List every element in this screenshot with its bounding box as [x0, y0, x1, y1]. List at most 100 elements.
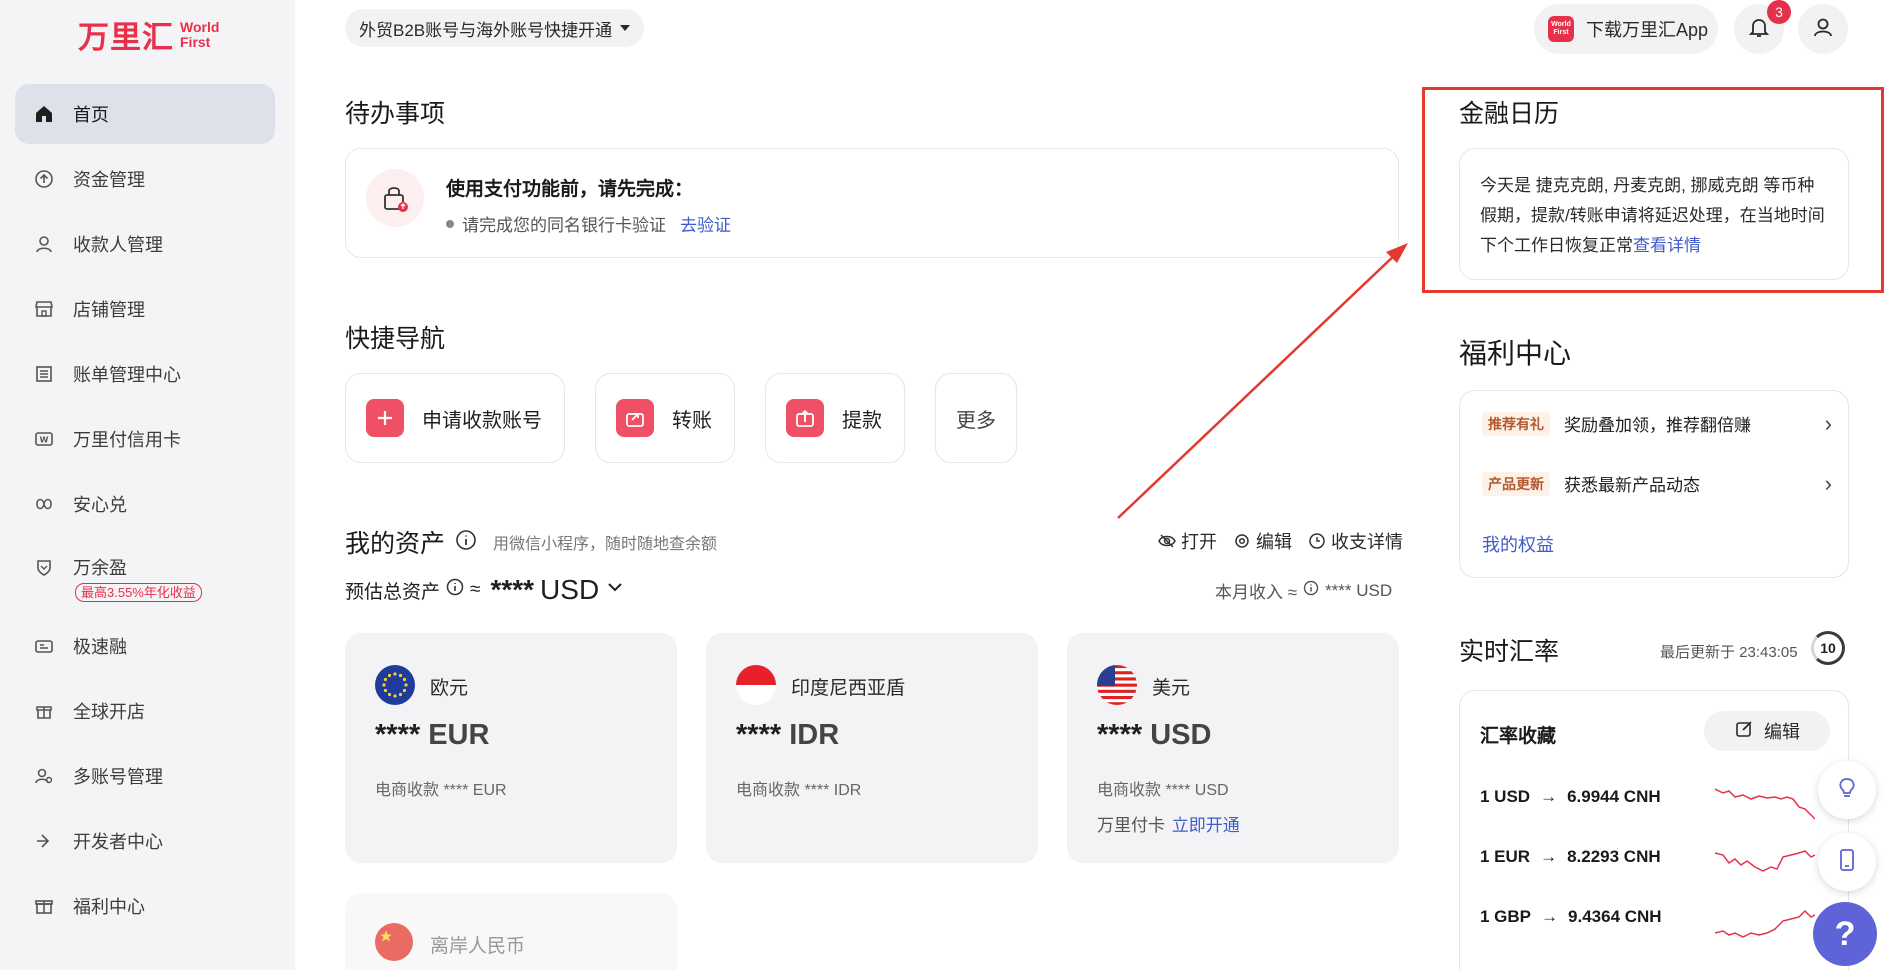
fx-from: 1 USD	[1480, 787, 1531, 806]
card-label: 万里付卡	[1097, 816, 1165, 835]
sidebar-item-bill[interactable]: 账单管理中心	[15, 344, 275, 404]
sidebar-item-payee[interactable]: 收款人管理	[15, 214, 275, 274]
withdraw-label: 提款	[842, 409, 882, 432]
currency-card-usd[interactable]: 美元 **** USD 电商收款 **** USD 万里付卡 立即开通	[1067, 633, 1399, 863]
currency-code: USD	[1150, 719, 1212, 751]
refresh-countdown[interactable]: 10	[1811, 631, 1845, 665]
welfare-tag: 推荐有礼	[1482, 411, 1550, 436]
apply-account-button[interactable]: 申请收款账号	[345, 373, 565, 463]
withdraw-button[interactable]: 提款	[765, 373, 905, 463]
currency-select-chevron-icon[interactable]	[605, 577, 625, 603]
app-logo-icon: World First	[1548, 16, 1574, 42]
sidebar-item-label: 开发者中心	[73, 832, 163, 852]
sidebar-item-gift[interactable]: 福利中心	[15, 876, 275, 936]
sidebar-item-store[interactable]: 店铺管理	[15, 279, 275, 339]
info-icon[interactable]	[1303, 580, 1319, 601]
sidebar-item-wealth[interactable]: 万余盈 最高3.55%年化收益	[15, 539, 275, 611]
mobile-app-button[interactable]	[1818, 833, 1876, 891]
lightbulb-icon	[1834, 775, 1860, 806]
more-button[interactable]: 更多	[935, 373, 1017, 463]
open-card-link[interactable]: 立即开通	[1172, 816, 1240, 835]
welfare-row-updates[interactable]: 产品更新 获悉最新产品动态 ›	[1482, 471, 1832, 496]
fx-from: 1 EUR	[1480, 847, 1531, 866]
transfer-button[interactable]: 转账	[595, 373, 735, 463]
app-root: 万里汇 World First 首页 资金管理 收款人管理 店铺管理 账单管理中…	[0, 0, 1897, 970]
my-benefits-link[interactable]: 我的权益	[1482, 531, 1554, 557]
verify-link[interactable]: 去验证	[680, 211, 731, 236]
tips-button[interactable]	[1818, 761, 1876, 819]
currency-amount: **** EUR	[375, 719, 489, 752]
transactions-button[interactable]: 收支详情	[1308, 528, 1403, 554]
download-app-button[interactable]: World First 下载万里汇App	[1534, 4, 1718, 54]
china-flag-icon	[375, 923, 413, 961]
currency-code: IDR	[789, 719, 840, 751]
edit-assets-button[interactable]: 编辑	[1233, 528, 1292, 554]
home-icon	[33, 103, 55, 125]
welfare-card: 推荐有礼 奖励叠加领，推荐翻倍赚 › 产品更新 获悉最新产品动态 › 我的权益	[1459, 390, 1849, 578]
logo-en-line2: First	[180, 33, 211, 50]
user-icon	[1811, 15, 1835, 44]
currency-name: 离岸人民币	[430, 936, 526, 957]
fx-edit-label: 编辑	[1764, 722, 1800, 742]
bell-icon	[1747, 15, 1771, 44]
sidebar: 万里汇 World First 首页 资金管理 收款人管理 店铺管理 账单管理中…	[0, 0, 295, 970]
fx-sparkline-eur	[1715, 850, 1815, 872]
card-open-row: 万里付卡 立即开通	[1097, 811, 1240, 836]
month-income: 本月收入 ≈ **** USD	[1215, 578, 1392, 603]
finance-icon	[33, 635, 55, 657]
svg-text:W: W	[40, 436, 49, 445]
fx-row-gbp[interactable]: 1 GBP → 9.4364 CNH	[1480, 907, 1662, 927]
apply-account-label: 申请收款账号	[422, 409, 542, 432]
currency-card-cnh[interactable]: 离岸人民币	[345, 893, 677, 970]
sidebar-item-label: 多账号管理	[73, 767, 163, 787]
app-logo-line2: First	[1553, 29, 1569, 36]
sidebar-item-multi-account[interactable]: 多账号管理	[15, 746, 275, 806]
store-icon	[33, 298, 55, 320]
sidebar-item-global-store[interactable]: 全球开店	[15, 681, 275, 741]
sidebar-item-label: 首页	[73, 105, 109, 125]
sidebar-item-label: 店铺管理	[73, 300, 145, 320]
info-icon[interactable]	[455, 529, 477, 556]
logo-en: World First	[180, 19, 219, 50]
help-button[interactable]: ?	[1813, 902, 1877, 966]
bill-icon	[33, 363, 55, 385]
fx-row-eur[interactable]: 1 EUR → 8.2293 CNH	[1480, 847, 1661, 867]
currency-card-idr[interactable]: 印度尼西亚盾 **** IDR 电商收款 **** IDR	[706, 633, 1038, 863]
currency-name: 欧元	[430, 678, 469, 699]
fx-from: 1 GBP	[1480, 907, 1532, 926]
account-switch-dropdown[interactable]: 外贸B2B账号与海外账号快捷开通	[345, 9, 645, 47]
transfer-icon	[616, 399, 654, 437]
sidebar-item-fund[interactable]: 资金管理	[15, 149, 275, 209]
sidebar-item-finance[interactable]: 极速融	[15, 616, 275, 676]
fx-sparkline-usd	[1715, 788, 1815, 820]
chevron-right-icon: ›	[1824, 410, 1832, 436]
toggle-visibility-button[interactable]: 打开	[1158, 528, 1217, 554]
sidebar-item-label: 万余盈	[73, 558, 127, 578]
welfare-row-referral[interactable]: 推荐有礼 奖励叠加领，推荐翻倍赚 ›	[1482, 411, 1832, 436]
profile-button[interactable]	[1798, 4, 1848, 54]
question-mark-icon: ?	[1834, 914, 1856, 953]
fx-edit-button[interactable]: 编辑	[1704, 711, 1830, 751]
fx-updated-time: 最后更新于 23:43:05	[1660, 644, 1798, 661]
edit-label: 编辑	[1256, 532, 1292, 552]
sidebar-item-credit-card[interactable]: W 万里付信用卡	[15, 409, 275, 469]
todo-card: 使用支付功能前，请先完成： 请完成您的同名银行卡验证 去验证	[345, 148, 1399, 258]
amount-mask: ****	[375, 719, 421, 751]
fx-to: 9.4364 CNH	[1568, 907, 1662, 926]
currency-card-eur[interactable]: 欧元 **** EUR 电商收款 **** EUR	[345, 633, 677, 863]
sidebar-item-developer[interactable]: 开发者中心	[15, 811, 275, 871]
more-label: 更多	[956, 409, 996, 432]
global-store-icon	[33, 700, 55, 722]
sidebar-item-exchange[interactable]: 安心兑	[15, 474, 275, 534]
assets-tools: 打开 编辑 收支详情	[1158, 528, 1403, 554]
approx-sign: ≈	[470, 579, 481, 600]
info-icon[interactable]	[446, 578, 464, 602]
currency-sub: 电商收款 **** IDR	[736, 782, 862, 799]
fx-row-usd[interactable]: 1 USD → 6.9944 CNH	[1480, 787, 1661, 807]
estimated-assets: 预估总资产 ≈ **** USD	[345, 574, 625, 606]
indonesia-flag-icon	[736, 665, 776, 705]
logo[interactable]: 万里汇 World First	[78, 12, 219, 57]
sidebar-item-home[interactable]: 首页	[15, 84, 275, 144]
multi-account-icon	[33, 765, 55, 787]
amount-mask: ****	[1097, 719, 1143, 751]
